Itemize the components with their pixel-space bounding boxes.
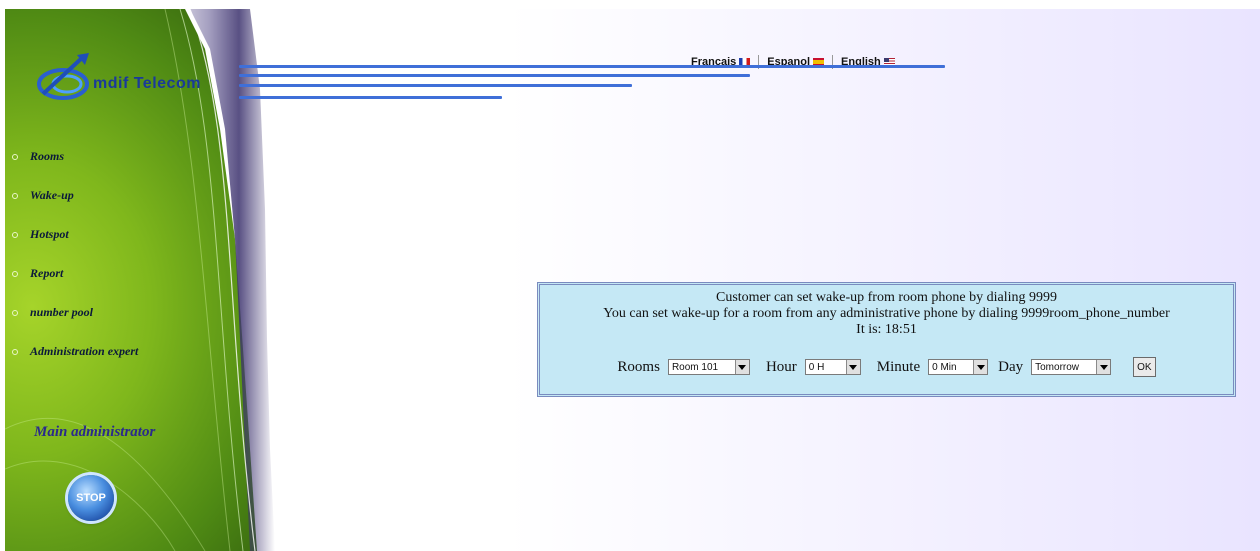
sidebar-item-hotspot[interactable]: Hotspot [9, 215, 138, 254]
hour-select[interactable]: 0 H [804, 359, 861, 375]
sidebar-item-label: number pool [30, 305, 94, 319]
bullet-icon [12, 192, 18, 199]
sidebar-item-label: Administration expert [30, 344, 139, 358]
hour-label: Hour [765, 358, 797, 375]
header-line [239, 65, 945, 68]
sidebar-nav: Rooms Wake-up Hotspot Report number pool… [9, 137, 138, 371]
bullet-icon [12, 348, 18, 355]
wakeup-info-line: You can set wake-up for a room from any … [603, 306, 1170, 321]
header-line [239, 74, 750, 77]
company-logo[interactable]: mdif Telecom [33, 49, 233, 109]
minute-select-value: 0 Min [932, 361, 957, 373]
chevron-down-icon [973, 360, 988, 374]
sidebar-item-administration-expert[interactable]: Administration expert [9, 332, 138, 371]
sidebar-item-wake-up[interactable]: Wake-up [9, 176, 138, 215]
rooms-select[interactable]: Room 101 [667, 359, 750, 375]
header-line [239, 96, 502, 99]
sidebar-item-label: Hotspot [30, 227, 69, 241]
hour-select-value: 0 H [808, 361, 825, 373]
chevron-down-icon [734, 360, 749, 374]
rooms-label: Rooms [617, 358, 660, 375]
bullet-icon [12, 231, 18, 238]
minute-label: Minute [876, 358, 921, 375]
logo-text: mdif Telecom [93, 75, 201, 92]
wakeup-info-line: Customer can set wake-up from room phone… [716, 290, 1057, 305]
sidebar-item-label: Rooms [30, 149, 65, 163]
wakeup-form: Rooms Room 101 Hour 0 H Minute 0 Min Day… [540, 357, 1233, 377]
sidebar-item-label: Report [30, 266, 64, 280]
page-frame: mdif Telecom Rooms Wake-up Hotspot Repor… [5, 9, 1260, 551]
stop-logout-button[interactable]: STOP [68, 475, 114, 521]
bullet-icon [12, 309, 18, 316]
bullet-icon [12, 153, 18, 160]
rooms-select-value: Room 101 [671, 361, 719, 373]
wakeup-panel: Customer can set wake-up from room phone… [537, 282, 1236, 397]
sidebar-item-label: Wake-up [30, 188, 74, 202]
minute-select[interactable]: 0 Min [928, 359, 989, 375]
day-label: Day [998, 358, 1024, 375]
day-select-value: Tomorrow [1035, 361, 1080, 373]
bullet-icon [12, 270, 18, 277]
sidebar-item-rooms[interactable]: Rooms [9, 137, 138, 176]
header-line [239, 84, 632, 87]
day-select[interactable]: Tomorrow [1031, 359, 1112, 375]
chevron-down-icon [1096, 360, 1111, 374]
user-role-label: Main administrator [34, 424, 156, 440]
sidebar-item-number-pool[interactable]: number pool [9, 293, 138, 332]
chevron-down-icon [845, 360, 860, 374]
ok-button[interactable]: OK [1133, 357, 1156, 377]
stop-button-label: STOP [76, 492, 106, 504]
sidebar-item-report[interactable]: Report [9, 254, 138, 293]
current-time-text: It is: 18:51 [856, 322, 917, 337]
